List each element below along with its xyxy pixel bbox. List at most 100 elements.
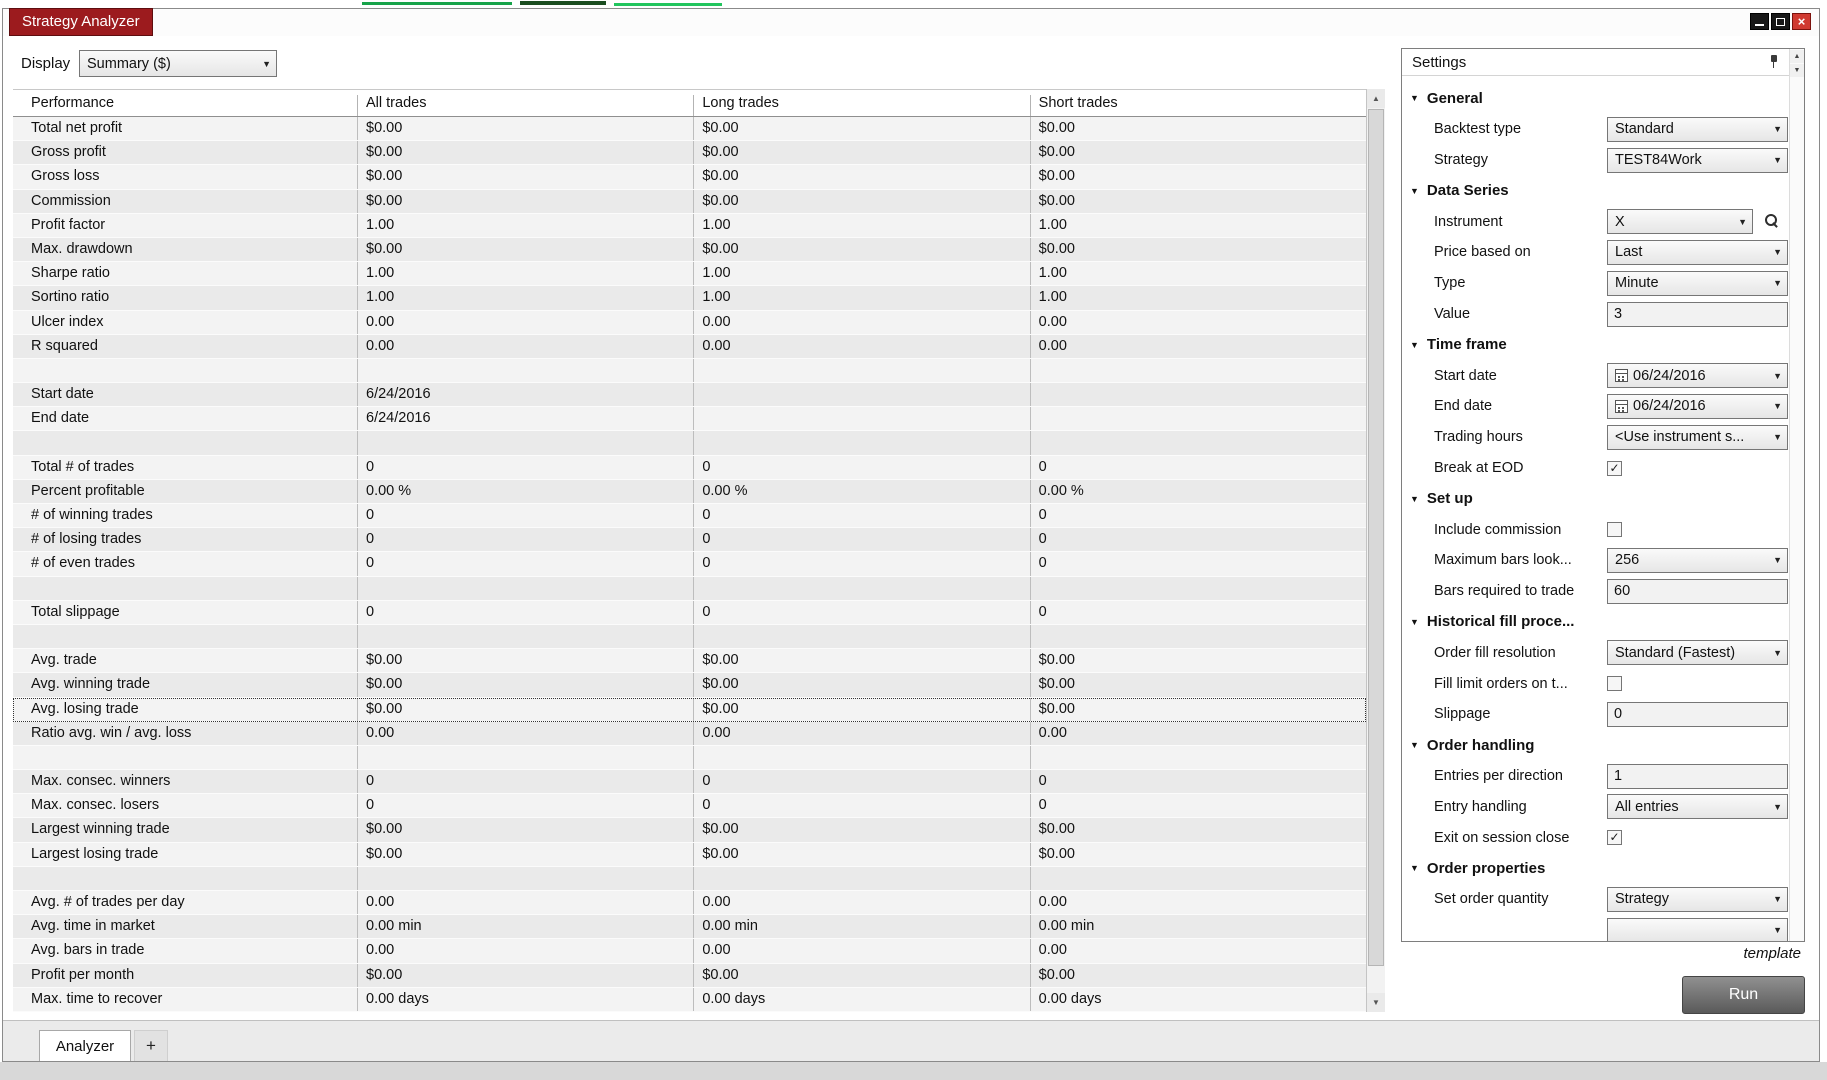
table-spacer-row bbox=[13, 576, 1366, 601]
table-row[interactable]: Max. time to recover 0.00 days 0.00 days 0.… bbox=[13, 987, 1366, 1012]
settings-section-historical-fill-proce[interactable]: ▼ Historical fill proce... bbox=[1402, 607, 1789, 638]
table-row[interactable]: Avg. winning trade $0.00 $0.00 $0.00 bbox=[13, 673, 1366, 698]
backtest-type-select[interactable]: Standard ▼ bbox=[1607, 116, 1788, 142]
search-icon[interactable] bbox=[1764, 213, 1780, 229]
table-row[interactable]: Gross loss $0.00 $0.00 $0.00 bbox=[13, 165, 1366, 190]
row-value bbox=[1029, 431, 1366, 455]
setting-row: Slippage bbox=[1402, 699, 1789, 730]
row-value: $0.00 bbox=[1029, 673, 1366, 697]
scroll-up-icon: ▲ bbox=[1372, 94, 1380, 103]
template-link[interactable]: template bbox=[1743, 945, 1801, 962]
table-row[interactable]: # of winning trades 0 0 0 bbox=[13, 504, 1366, 529]
scroll-down-button[interactable]: ▼ bbox=[1367, 993, 1385, 1012]
settings-section-set-up[interactable]: ▼ Set up bbox=[1402, 483, 1789, 514]
row-value: $0.00 bbox=[357, 141, 693, 165]
run-button[interactable]: Run bbox=[1682, 976, 1805, 1014]
table-row[interactable]: Largest winning trade $0.00 $0.00 $0.00 bbox=[13, 818, 1366, 843]
scroll-down-icon: ▼ bbox=[1372, 998, 1380, 1007]
table-row[interactable]: Ulcer index 0.00 0.00 0.00 bbox=[13, 310, 1366, 335]
display-select[interactable]: Summary ($) ▼ bbox=[79, 50, 277, 77]
settings-section-time-frame[interactable]: ▼ Time frame bbox=[1402, 329, 1789, 360]
break-at-eod-checkbox[interactable]: ✓ bbox=[1607, 460, 1622, 476]
row-value: 1.00 bbox=[1029, 286, 1366, 310]
type-select[interactable]: Minute ▼ bbox=[1607, 270, 1788, 296]
table-scrollbar[interactable]: ▲ ▼ bbox=[1366, 89, 1385, 1012]
row-value bbox=[1029, 745, 1366, 770]
value-input[interactable] bbox=[1607, 301, 1788, 327]
section-title: Time frame bbox=[1426, 336, 1507, 354]
table-row[interactable]: Max. drawdown $0.00 $0.00 $0.00 bbox=[13, 237, 1366, 263]
entry-handling-select[interactable]: All entries ▼ bbox=[1607, 794, 1788, 820]
row-value: 0.00 % bbox=[357, 479, 693, 503]
scroll-down-button[interactable]: ▼ bbox=[1790, 64, 1804, 77]
scroll-up-button[interactable]: ▲ bbox=[1790, 50, 1804, 63]
select-value: TEST84Work bbox=[1615, 152, 1702, 169]
row-value: $0.00 bbox=[1029, 165, 1366, 189]
settings-section-general[interactable]: ▼ General bbox=[1402, 83, 1789, 114]
table-row[interactable]: Profit factor 1.00 1.00 1.00 bbox=[13, 213, 1366, 238]
start-date-datepicker[interactable]: 06/24/2016 ▼ bbox=[1607, 363, 1788, 389]
instrument-select[interactable]: X ▼ bbox=[1607, 209, 1753, 235]
add-tab-button[interactable]: + bbox=[134, 1030, 168, 1061]
slippage-input[interactable] bbox=[1607, 701, 1788, 727]
order-fill-resolution-select[interactable]: Standard (Fastest) ▼ bbox=[1607, 640, 1788, 666]
settings-section-order-properties[interactable]: ▼ Order properties bbox=[1402, 853, 1789, 884]
table-row[interactable]: # of losing trades 0 0 0 bbox=[13, 528, 1366, 553]
table-row[interactable]: Ratio avg. win / avg. loss 0.00 0.00 0.00 bbox=[13, 721, 1366, 746]
table-row[interactable]: Gross profit $0.00 $0.00 $0.00 bbox=[13, 141, 1366, 166]
table-row[interactable]: Largest losing trade $0.00 $0.00 $0.00 bbox=[13, 842, 1366, 867]
strategy-select[interactable]: TEST84Work ▼ bbox=[1607, 147, 1788, 173]
table-row[interactable]: Sharpe ratio 1.00 1.00 1.00 bbox=[13, 262, 1366, 287]
minimize-button[interactable] bbox=[1750, 13, 1769, 30]
tab-analyzer[interactable]: Analyzer bbox=[39, 1030, 131, 1061]
table-row[interactable]: End date 6/24/2016 bbox=[13, 407, 1366, 432]
table-row[interactable]: Commission $0.00 $0.00 $0.00 bbox=[13, 189, 1366, 214]
window-titlebar[interactable]: Strategy Analyzer × bbox=[3, 8, 1819, 36]
row-label: Profit per month bbox=[31, 966, 135, 983]
trading-hours-select[interactable]: <Use instrument s... ▼ bbox=[1607, 424, 1788, 450]
table-row[interactable]: Total # of trades 0 0 0 bbox=[13, 455, 1366, 480]
table-row[interactable]: Avg. # of trades per day 0.00 0.00 0.00 bbox=[13, 891, 1366, 916]
row-value: $0.00 bbox=[1029, 141, 1366, 165]
row-value: 0.00 bbox=[357, 891, 693, 915]
table-row[interactable]: Start date 6/24/2016 bbox=[13, 383, 1366, 408]
include-commission-checkbox[interactable] bbox=[1607, 522, 1622, 538]
settings-section-data-series[interactable]: ▼ Data Series bbox=[1402, 175, 1789, 206]
close-button[interactable]: × bbox=[1792, 13, 1811, 30]
row-value: $0.00 bbox=[1029, 189, 1366, 213]
table-row[interactable]: Avg. trade $0.00 $0.00 $0.00 bbox=[13, 649, 1366, 674]
exit-on-session-close-checkbox[interactable]: ✓ bbox=[1607, 830, 1622, 846]
table-row[interactable]: Avg. bars in trade 0.00 0.00 0.00 bbox=[13, 939, 1366, 964]
table-row[interactable]: Avg. time in market 0.00 min 0.00 min 0.00 … bbox=[13, 915, 1366, 940]
row-value: $0.00 bbox=[1029, 649, 1366, 673]
row-value: 0 bbox=[1029, 770, 1366, 794]
row-value bbox=[357, 358, 693, 383]
maximum-bars-look-select[interactable]: 256 ▼ bbox=[1607, 547, 1788, 573]
item-select[interactable]: ▼ bbox=[1607, 917, 1788, 941]
pin-icon[interactable] bbox=[1769, 55, 1779, 69]
row-value: 0.00 bbox=[693, 334, 1029, 358]
select-value: All entries bbox=[1615, 798, 1679, 815]
price-based-on-select[interactable]: Last ▼ bbox=[1607, 239, 1788, 265]
maximize-button[interactable] bbox=[1771, 13, 1790, 30]
entries-per-direction-input[interactable] bbox=[1607, 763, 1788, 789]
table-row[interactable]: Total slippage 0 0 0 bbox=[13, 600, 1366, 625]
set-order-quantity-select[interactable]: Strategy ▼ bbox=[1607, 886, 1788, 912]
table-row[interactable]: Sortino ratio 1.00 1.00 1.00 bbox=[13, 286, 1366, 311]
table-row[interactable]: # of even trades 0 0 0 bbox=[13, 552, 1366, 577]
table-row[interactable]: Avg. losing trade $0.00 $0.00 $0.00 bbox=[13, 697, 1366, 722]
bars-required-to-trade-input[interactable] bbox=[1607, 578, 1788, 604]
end-date-datepicker[interactable]: 06/24/2016 ▼ bbox=[1607, 393, 1788, 419]
table-row[interactable]: Max. consec. losers 0 0 0 bbox=[13, 794, 1366, 819]
settings-scrollbar[interactable]: ▲ ▼ bbox=[1789, 49, 1804, 941]
table-row[interactable]: Profit per month $0.00 $0.00 $0.00 bbox=[13, 963, 1366, 988]
table-row[interactable]: Max. consec. winners 0 0 0 bbox=[13, 770, 1366, 795]
table-row[interactable]: Total net profit $0.00 $0.00 $0.00 bbox=[13, 117, 1366, 142]
table-row[interactable]: R squared 0.00 0.00 0.00 bbox=[13, 334, 1366, 359]
table-spacer-row bbox=[13, 624, 1366, 650]
scroll-up-button[interactable]: ▲ bbox=[1367, 89, 1385, 108]
table-row[interactable]: Percent profitable 0.00 % 0.00 % 0.00 % bbox=[13, 479, 1366, 504]
scrollbar-thumb[interactable] bbox=[1368, 109, 1384, 966]
fill-limit-orders-on-t-checkbox[interactable] bbox=[1607, 676, 1622, 692]
settings-section-order-handling[interactable]: ▼ Order handling bbox=[1402, 730, 1789, 761]
